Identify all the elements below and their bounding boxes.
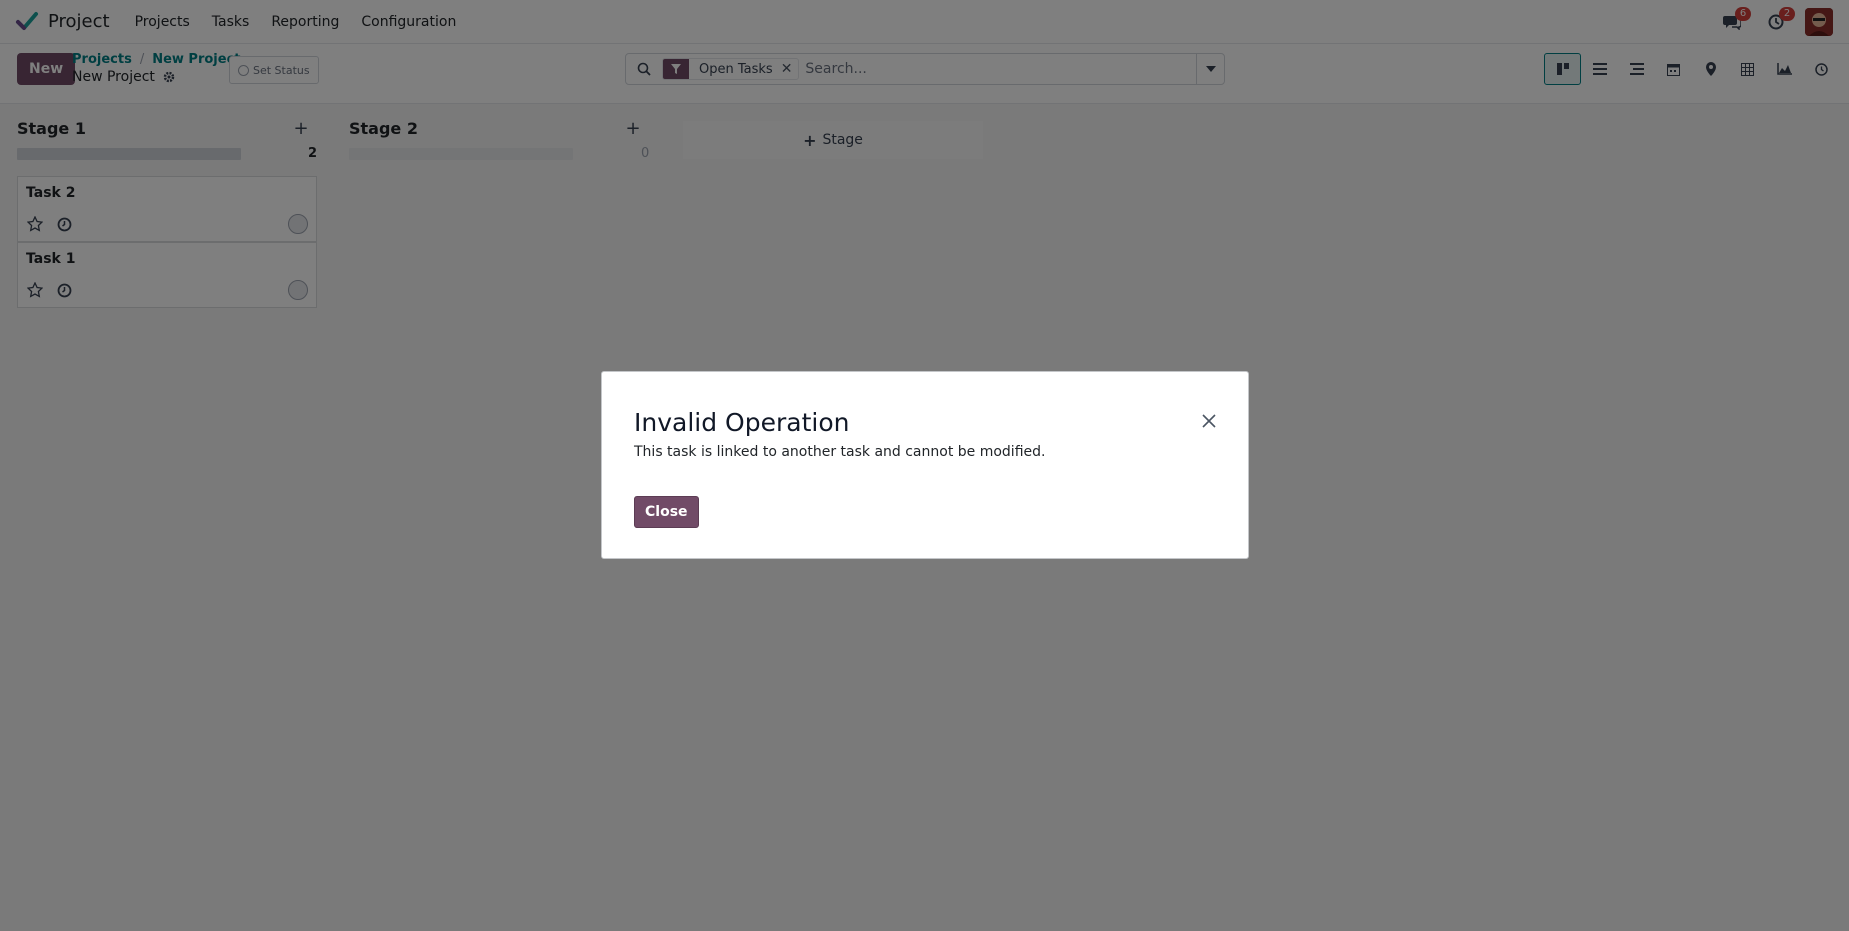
dialog-message: This task is linked to another task and … [634, 444, 1046, 460]
dialog-title: Invalid Operation [634, 408, 850, 437]
error-dialog: Invalid Operation This task is linked to… [601, 371, 1249, 559]
close-button[interactable]: Close [634, 496, 699, 528]
close-icon[interactable] [1200, 412, 1218, 430]
